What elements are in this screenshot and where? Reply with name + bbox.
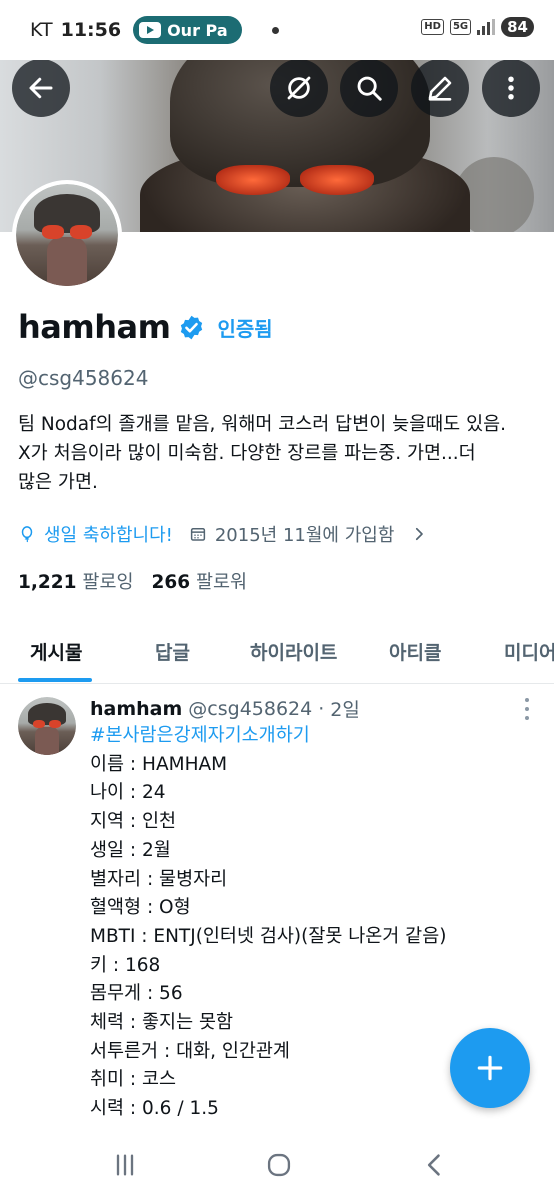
signal-icon — [477, 19, 496, 35]
search-icon — [357, 76, 382, 101]
profile-tabs: 게시물 답글 하이라이트 아티클 미디어 — [0, 620, 554, 684]
grok-icon — [287, 76, 311, 100]
following-count: 1,221 — [18, 572, 77, 593]
status-bar: KT 11:56 Our Pa HD 5G 84 — [0, 0, 554, 60]
edit-icon — [428, 76, 452, 101]
followers-count: 266 — [151, 572, 191, 593]
post-line: 나이 : 24 — [90, 782, 166, 804]
joined-info: 2015년 11월에 가입함 — [189, 521, 395, 547]
profile-meta: 생일 축하합니다! 2015년 11월에 가입함 — [18, 521, 428, 547]
post-line: 몸무게 : 56 — [90, 983, 183, 1005]
profile-handle: @csg458624 — [18, 366, 149, 390]
post-avatar[interactable] — [18, 697, 76, 755]
post-author-handle[interactable]: @csg458624 — [188, 698, 312, 720]
back-chevron-icon — [427, 1154, 440, 1176]
calendar-icon — [190, 528, 205, 541]
profile-name-row: hamham 인증됨 — [18, 308, 273, 346]
profile-avatar[interactable] — [12, 180, 122, 290]
post-header: hamham @csg458624 · 2일 — [90, 695, 360, 722]
tab-active-indicator — [18, 678, 92, 682]
post-more-icon[interactable] — [524, 698, 530, 720]
balloon-icon — [21, 526, 33, 543]
bio-line: X가 처음이라 많이 미숙함. 다양한 장르를 파는중. 가면...더 — [18, 443, 476, 464]
profile-name: hamham — [18, 308, 171, 346]
verified-badge-icon[interactable] — [178, 314, 205, 341]
edit-button[interactable] — [411, 59, 469, 117]
more-vertical-icon — [508, 76, 514, 100]
post-line: 이름 : HAMHAM — [90, 753, 228, 775]
tab-replies[interactable]: 답글 — [155, 638, 190, 665]
hd-indicator: HD — [421, 19, 444, 35]
birthday-link[interactable]: 생일 축하합니다! — [18, 521, 173, 547]
bio-line: 많은 가면. — [18, 472, 98, 493]
post-line: 별자리 : 물병자리 — [90, 868, 228, 890]
joined-text: 2015년 11월에 가입함 — [214, 525, 395, 546]
home-button[interactable] — [264, 1150, 294, 1180]
media-pill-label: Our Pa — [167, 20, 228, 40]
post-line: 혈액형 : O형 — [90, 897, 191, 919]
plus-icon — [477, 1055, 503, 1081]
media-pill[interactable]: Our Pa — [133, 16, 242, 44]
post-line: 체력 : 좋지는 못함 — [90, 1012, 234, 1034]
post-separator: · — [318, 697, 325, 720]
post-author-name[interactable]: hamham — [90, 698, 182, 720]
post-line: MBTI : ENTJ(인터넷 검사)(잘못 나온거 같음) — [90, 925, 447, 947]
youtube-icon — [139, 22, 162, 38]
followers-label: 팔로워 — [196, 572, 248, 593]
network-indicator: 5G — [449, 19, 472, 35]
system-nav-bar — [0, 1128, 554, 1200]
back-button[interactable] — [12, 59, 70, 117]
bio-line: 팀 Nodaf의 졸개를 맡음, 워해머 코스러 답변이 늦을때도 있음. — [18, 414, 506, 435]
recent-apps-icon — [116, 1154, 134, 1176]
following-label: 팔로잉 — [82, 572, 134, 593]
follow-stats: 1,221 팔로잉 266 팔로워 — [18, 568, 247, 594]
verified-label[interactable]: 인증됨 — [217, 313, 272, 342]
back-arrow-icon — [29, 77, 53, 99]
birthday-text: 생일 축하합니다! — [44, 525, 173, 546]
grok-button[interactable] — [270, 59, 328, 117]
back-nav-button[interactable] — [420, 1150, 450, 1180]
recent-apps-button[interactable] — [110, 1150, 140, 1180]
tab-posts[interactable]: 게시물 — [30, 638, 82, 665]
chevron-right-icon[interactable] — [410, 525, 428, 543]
notification-dot-icon — [271, 26, 279, 34]
post-time[interactable]: 2일 — [330, 695, 360, 722]
search-button[interactable] — [340, 59, 398, 117]
following-link[interactable]: 1,221 팔로잉 — [18, 568, 133, 594]
home-icon — [267, 1153, 291, 1177]
battery-indicator: 84 — [501, 17, 534, 37]
carrier-label: KT — [30, 19, 53, 41]
post-line: 키 : 168 — [90, 954, 161, 976]
post-hashtag[interactable]: #본사람은강제자기소개하기 — [90, 722, 530, 751]
profile-bio: 팀 Nodaf의 졸개를 맡음, 워해머 코스러 답변이 늦을때도 있음. X가… — [18, 410, 548, 497]
compose-button[interactable] — [450, 1028, 530, 1108]
followers-link[interactable]: 266 팔로워 — [151, 568, 247, 594]
post-line: 생일 : 2월 — [90, 839, 171, 861]
tab-highlights[interactable]: 하이라이트 — [250, 638, 337, 665]
tab-articles[interactable]: 아티클 — [389, 638, 441, 665]
post-line: 지역 : 인천 — [90, 811, 177, 833]
post-line: 시력 : 0.6 / 1.5 — [90, 1098, 219, 1120]
more-button[interactable] — [482, 59, 540, 117]
clock: 11:56 — [60, 19, 122, 41]
tab-media[interactable]: 미디어 — [504, 638, 554, 665]
